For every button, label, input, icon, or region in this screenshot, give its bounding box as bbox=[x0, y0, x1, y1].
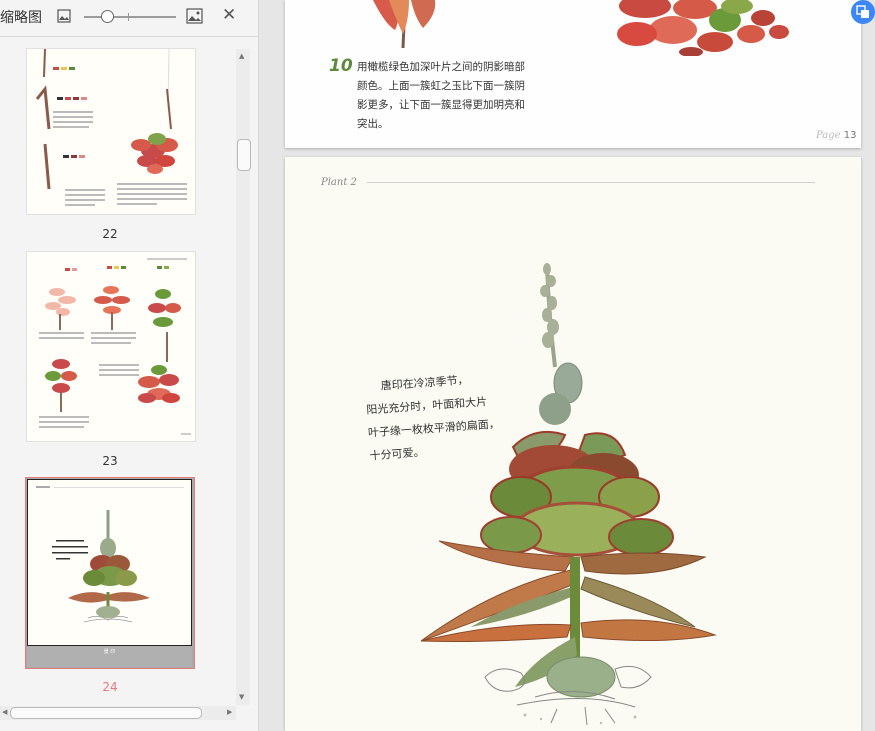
zoom-slider-tick bbox=[128, 13, 129, 21]
scroll-down-arrow-icon[interactable]: ▼ bbox=[239, 693, 244, 701]
step-text: 用橄榄绿色加深叶片之间的阴影暗部颜色。上面一簇虹之玉比下面一簇阴影更多，让下面一… bbox=[357, 61, 525, 130]
thumbnail-panel: 缩略图 ✕ 22 23 景 印 24 ▲ ▼ ◀ ▶ bbox=[0, 0, 259, 731]
thumbnail-page-22-art bbox=[35, 49, 187, 206]
document-page-14: Plant 2 唐印在冷凉季节， 阳光充分时，叶面和大片 叶子缘一枚枚平滑的扁面… bbox=[285, 157, 861, 731]
thumbnail-page-24-caption: 景 印 bbox=[103, 649, 116, 655]
zoom-slider-track[interactable] bbox=[84, 16, 176, 18]
page-number-footer: Page 13 bbox=[816, 130, 856, 141]
thumbnail-page-24-art bbox=[36, 486, 184, 623]
horizontal-scroll-thumb[interactable] bbox=[10, 707, 202, 719]
step-number: 10 bbox=[329, 56, 353, 76]
thumbnail-page-24-caption-bar: 景 印 bbox=[27, 646, 192, 667]
plant-illustration bbox=[420, 263, 717, 726]
document-page-13: 10 用橄榄绿色加深叶片之间的阴影暗部颜色。上面一簇虹之玉比下面一簇阴影更多，让… bbox=[285, 0, 861, 148]
thumbnail-page-24-label: 24 bbox=[102, 680, 118, 694]
thumbnail-page-22[interactable] bbox=[26, 48, 196, 215]
page-13-illustration bbox=[373, 0, 789, 56]
vertical-scroll-thumb[interactable] bbox=[237, 139, 251, 171]
thumbnail-page-22-label: 22 bbox=[102, 227, 118, 241]
page-word: Page bbox=[816, 130, 841, 141]
thumbnail-page-24-selected[interactable]: 景 印 bbox=[25, 477, 195, 669]
close-button[interactable]: ✕ bbox=[222, 6, 236, 24]
thumbnail-page-23-label: 23 bbox=[102, 454, 118, 468]
zoom-slider-thumb[interactable] bbox=[101, 10, 114, 23]
scroll-up-arrow-icon[interactable]: ▲ bbox=[239, 52, 244, 60]
translate-button[interactable] bbox=[851, 0, 875, 24]
small-image-icon[interactable] bbox=[57, 8, 71, 27]
scroll-right-arrow-icon[interactable]: ▶ bbox=[227, 708, 232, 716]
thumbnail-page-23[interactable] bbox=[26, 251, 196, 442]
scroll-left-arrow-icon[interactable]: ◀ bbox=[2, 708, 7, 716]
thumbnail-page-23-art bbox=[39, 258, 191, 435]
translate-icon bbox=[856, 5, 869, 18]
thumbnail-panel-header: 缩略图 ✕ bbox=[0, 0, 258, 37]
page-number: 13 bbox=[843, 130, 857, 141]
thumbnail-page-24 bbox=[27, 479, 192, 646]
large-image-icon[interactable] bbox=[186, 8, 203, 28]
panel-title: 缩略图 bbox=[0, 10, 42, 26]
